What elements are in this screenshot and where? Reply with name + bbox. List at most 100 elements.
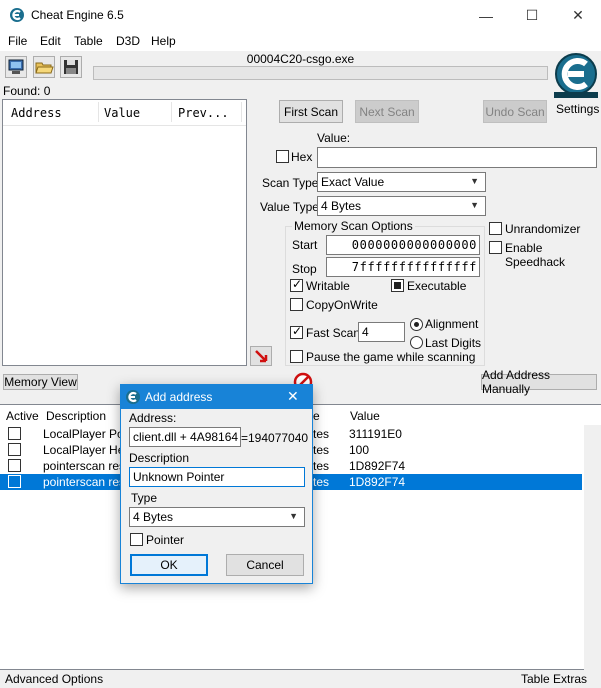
maximize-button[interactable]: ☐ <box>509 0 555 31</box>
hex-label: Hex <box>291 150 313 164</box>
cheat-engine-logo-icon <box>554 53 598 98</box>
maximize-icon: ☐ <box>525 7 539 23</box>
col-value[interactable]: Value <box>350 409 380 423</box>
undo-scan-button[interactable]: Undo Scan <box>483 100 547 123</box>
first-scan-button[interactable]: First Scan <box>279 100 343 123</box>
col-active[interactable]: Active <box>6 409 39 423</box>
row-value: 1D892F74 <box>349 475 406 489</box>
cheat-engine-logo[interactable]: Settings <box>552 52 600 120</box>
scan-type-select[interactable]: Exact Value ▼ <box>317 172 486 192</box>
active-checkbox[interactable] <box>8 443 21 456</box>
row-description: pointerscan resu <box>43 459 132 473</box>
advanced-options-link[interactable]: Advanced Options <box>5 672 103 686</box>
scan-value-input[interactable] <box>317 147 597 168</box>
add-to-table-button[interactable] <box>250 346 272 366</box>
results-col-address[interactable]: Address <box>11 106 62 120</box>
minimize-icon: — <box>479 7 493 24</box>
row-type: tes <box>313 475 330 489</box>
dialog-pointer-checkbox[interactable] <box>130 533 143 546</box>
executable-checkbox[interactable] <box>391 279 404 292</box>
dialog-title: Add address <box>145 390 213 404</box>
memory-scan-options-title: Memory Scan Options <box>292 219 415 233</box>
table-extras-link[interactable]: Table Extras <box>521 672 587 686</box>
fast-scan-checkbox[interactable] <box>290 324 303 339</box>
dialog-cancel-button[interactable]: Cancel <box>226 554 304 576</box>
speedhack-label: Enable Speedhack <box>505 241 566 269</box>
menu-help[interactable]: Help <box>151 34 176 48</box>
start-address-input[interactable]: 0000000000000000 <box>326 235 480 255</box>
alignment-label: Alignment <box>425 317 479 331</box>
close-icon: ✕ <box>572 7 584 23</box>
memory-view-button[interactable]: Memory View <box>3 374 78 390</box>
fast-scan-label: Fast Scan <box>306 326 361 340</box>
writable-label: Writable <box>306 279 350 293</box>
row-type: tes <box>313 427 330 441</box>
dialog-close-icon[interactable]: ✕ <box>287 388 299 405</box>
active-checkbox[interactable] <box>8 427 21 440</box>
results-col-previous[interactable]: Prev... <box>178 106 229 120</box>
title-bar: Cheat Engine 6.5 — ☐ ✕ <box>0 0 601 31</box>
unrandomizer-checkbox[interactable] <box>489 222 502 235</box>
dialog-description-input[interactable]: Unknown Pointer <box>129 467 305 487</box>
value-label: Value: <box>317 131 351 145</box>
settings-label[interactable]: Settings <box>556 102 599 116</box>
chevron-down-icon: ▼ <box>470 200 479 210</box>
hex-checkbox[interactable] <box>276 150 289 163</box>
row-description: LocalPlayer Hea <box>43 443 132 457</box>
value-type-label: Value Type <box>260 200 319 214</box>
col-type[interactable]: e <box>313 409 320 423</box>
copyonwrite-checkbox[interactable] <box>290 298 303 311</box>
red-arrow-icon <box>255 350 268 363</box>
col-divider <box>171 102 172 122</box>
menu-d3d[interactable]: D3D <box>116 34 140 48</box>
row-description: pointerscan resu <box>43 475 132 489</box>
address-table-scrollbar[interactable] <box>584 425 601 670</box>
dialog-type-value: 4 Bytes <box>133 510 174 524</box>
scan-type-label: Scan Type <box>262 176 319 190</box>
last-digits-label: Last Digits <box>425 336 482 350</box>
cheat-engine-app-icon <box>126 390 140 404</box>
active-checkbox[interactable] <box>8 475 21 488</box>
row-value: 311191E0 <box>349 427 402 441</box>
found-count: Found: 0 <box>3 84 51 98</box>
col-divider <box>98 102 99 122</box>
stop-address-input[interactable]: 7fffffffffffffff <box>326 257 480 277</box>
dialog-title-bar[interactable]: Add address ✕ <box>121 385 312 409</box>
row-value: 100 <box>349 443 370 457</box>
scan-results-list[interactable]: Address Value Prev... <box>2 99 247 366</box>
next-scan-button[interactable]: Next Scan <box>355 100 419 123</box>
close-button[interactable]: ✕ <box>555 0 601 31</box>
stop-label: Stop <box>292 262 317 276</box>
dialog-address-label: Address: <box>129 411 177 425</box>
menu-file[interactable]: File <box>8 34 27 48</box>
col-description[interactable]: Description <box>46 409 106 423</box>
results-col-value[interactable]: Value <box>104 106 140 120</box>
minimize-button[interactable]: — <box>463 0 509 31</box>
cheat-engine-app-icon <box>10 8 24 22</box>
last-digits-radio[interactable] <box>410 336 423 349</box>
alignment-radio[interactable] <box>410 318 423 331</box>
executable-label: Executable <box>407 279 467 293</box>
row-type: tes <box>313 459 330 473</box>
dialog-address-input[interactable]: client.dll + 4A98164 <box>129 427 241 447</box>
menu-bar: File Edit Table D3D Help <box>0 31 601 51</box>
results-header: Address Value Prev... <box>3 100 246 126</box>
speedhack-checkbox[interactable] <box>489 241 502 254</box>
value-type-value: 4 Bytes <box>321 199 362 213</box>
active-checkbox[interactable] <box>8 459 21 472</box>
dialog-ok-button[interactable]: OK <box>130 554 208 576</box>
fast-scan-alignment-input[interactable]: 4 <box>358 322 405 342</box>
col-divider <box>241 102 242 122</box>
start-label: Start <box>292 238 318 252</box>
dialog-type-select[interactable]: 4 Bytes ▼ <box>129 507 305 527</box>
unrandomizer-label: Unrandomizer <box>505 222 581 236</box>
add-address-manually-button[interactable]: Add Address Manually <box>481 368 597 396</box>
menu-edit[interactable]: Edit <box>40 34 61 48</box>
pause-game-checkbox[interactable] <box>290 350 303 363</box>
menu-table[interactable]: Table <box>74 34 103 48</box>
pause-game-label: Pause the game while scanning <box>306 350 476 364</box>
dialog-type-label: Type <box>131 491 158 505</box>
value-type-select[interactable]: 4 Bytes ▼ <box>317 196 486 216</box>
add-address-dialog: Add address ✕ Address: client.dll + 4A98… <box>120 384 313 584</box>
writable-checkbox[interactable] <box>290 277 303 292</box>
